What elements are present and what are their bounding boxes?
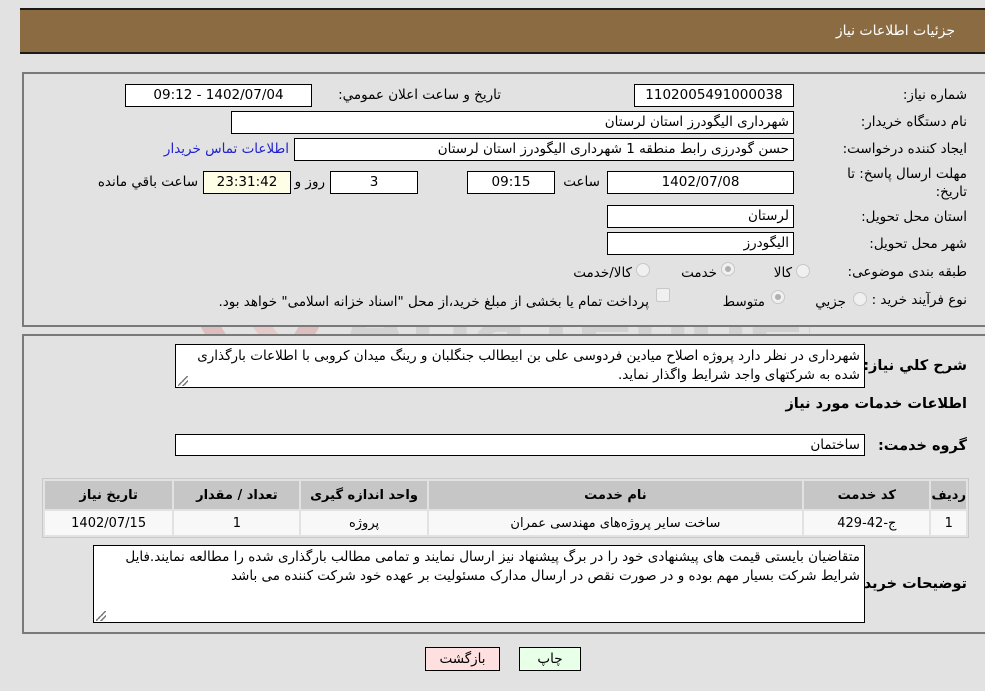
treasury-checkbox[interactable] bbox=[656, 288, 670, 302]
cell-need-date: 1402/07/15 bbox=[45, 511, 173, 535]
category-option-goods-service: کالا/خدمت bbox=[573, 265, 632, 281]
services-table: ردیف کد خدمت نام خدمت واحد اندازه گیری ت… bbox=[42, 478, 969, 538]
back-button[interactable]: بازگشت bbox=[425, 647, 500, 671]
category-option-goods: کالا bbox=[773, 265, 792, 281]
announce-datetime-field: 1402/07/04 - 09:12 bbox=[125, 84, 312, 107]
need-number-field: 1102005491000038 bbox=[634, 84, 794, 107]
resize-grip-icon[interactable] bbox=[178, 376, 188, 386]
treasury-note: پرداخت تمام یا بخشی از مبلغ خرید،از محل … bbox=[218, 294, 649, 310]
deadline-label: مهلت ارسال پاسخ: تا تاریخ: bbox=[847, 166, 967, 200]
delivery-province-field: لرستان bbox=[607, 205, 794, 228]
announce-datetime-label: تاریخ و ساعت اعلان عمومي: bbox=[338, 87, 501, 103]
need-number-label: شماره نیاز: bbox=[902, 87, 967, 103]
print-button[interactable]: چاپ bbox=[519, 647, 581, 671]
days-label: روز و bbox=[294, 174, 325, 190]
time-remaining-label: ساعت باقي مانده bbox=[97, 174, 198, 190]
delivery-city-label: شهر محل تحویل: bbox=[869, 236, 967, 252]
page-title: جزئیات اطلاعات نیاز bbox=[835, 23, 955, 39]
category-radio-goods[interactable] bbox=[796, 264, 810, 278]
cell-service-code: ج-42-429 bbox=[804, 511, 930, 535]
time-remaining-field: 23:31:42 bbox=[203, 171, 291, 194]
category-radio-service[interactable] bbox=[721, 262, 735, 276]
buyer-org-field: شهرداری الیگودرز استان لرستان bbox=[231, 111, 794, 134]
buyer-org-label: نام دستگاه خریدار: bbox=[860, 114, 967, 130]
cell-quantity: 1 bbox=[174, 511, 300, 535]
category-label: طبقه بندی موضوعی: bbox=[847, 264, 967, 280]
service-group-field: ساختمان bbox=[175, 434, 865, 456]
category-radio-goods-service[interactable] bbox=[636, 263, 650, 277]
deadline-time-label: ساعت bbox=[563, 174, 600, 190]
need-description-panel: شرح کلي نیاز: شهرداری در نظر دارد پروژه … bbox=[22, 334, 985, 634]
description-textarea[interactable]: شهرداری در نظر دارد پروژه اصلاح میادین ف… bbox=[175, 344, 865, 388]
services-section-title: اطلاعات خدمات مورد نیاز bbox=[785, 396, 967, 412]
process-option-medium: متوسط bbox=[722, 294, 765, 310]
col-header-service-name: نام خدمت bbox=[428, 481, 803, 509]
page-header: جزئیات اطلاعات نیاز bbox=[20, 8, 985, 54]
deadline-time-field: 09:15 bbox=[467, 171, 555, 194]
process-type-label: نوع فرآیند خرید : bbox=[871, 292, 967, 308]
service-group-label: گروه خدمت: bbox=[877, 438, 967, 454]
category-option-service: خدمت bbox=[681, 265, 717, 281]
col-header-unit: واحد اندازه گیری bbox=[301, 481, 427, 509]
requester-label: ایجاد کننده درخواست: bbox=[842, 141, 967, 157]
description-text: شهرداری در نظر دارد پروژه اصلاح میادین ف… bbox=[197, 348, 860, 383]
deadline-date-field: 1402/07/08 bbox=[607, 171, 794, 194]
process-radio-minor[interactable] bbox=[853, 292, 867, 306]
col-header-need-date: تاریخ نیاز bbox=[45, 481, 173, 509]
buyer-notes-text: متقاضیان بایستی قیمت های پیشنهادی خود را… bbox=[125, 549, 860, 584]
process-radio-medium[interactable] bbox=[771, 290, 785, 304]
col-header-row: ردیف bbox=[931, 481, 966, 509]
col-header-quantity: تعداد / مقدار bbox=[174, 481, 300, 509]
requester-field: حسن گودرزی رابط منطقه 1 شهرداری الیگودرز… bbox=[294, 138, 794, 161]
delivery-city-field: الیگودرز bbox=[607, 232, 794, 255]
col-header-service-code: کد خدمت bbox=[804, 481, 930, 509]
resize-grip-icon[interactable] bbox=[96, 611, 106, 621]
cell-service-name: ساخت سایر پروژه‌های مهندسی عمران bbox=[428, 511, 803, 535]
cell-row: 1 bbox=[931, 511, 966, 535]
cell-unit: پروژه bbox=[301, 511, 427, 535]
days-remaining-field: 3 bbox=[330, 171, 418, 194]
table-row: 1 ج-42-429 ساخت سایر پروژه‌های مهندسی عم… bbox=[45, 511, 966, 535]
buyer-notes-textarea[interactable]: متقاضیان بایستی قیمت های پیشنهادی خود را… bbox=[93, 545, 865, 623]
delivery-province-label: استان محل تحویل: bbox=[861, 209, 967, 225]
process-option-minor: جزيي bbox=[815, 294, 846, 310]
need-details-panel: شماره نیاز: 1102005491000038 تاریخ و ساع… bbox=[22, 72, 985, 327]
buyer-contact-link[interactable]: اطلاعات تماس خریدار bbox=[164, 141, 289, 157]
services-table-header: ردیف کد خدمت نام خدمت واحد اندازه گیری ت… bbox=[45, 481, 966, 509]
description-label: شرح کلي نیاز: bbox=[863, 358, 967, 374]
